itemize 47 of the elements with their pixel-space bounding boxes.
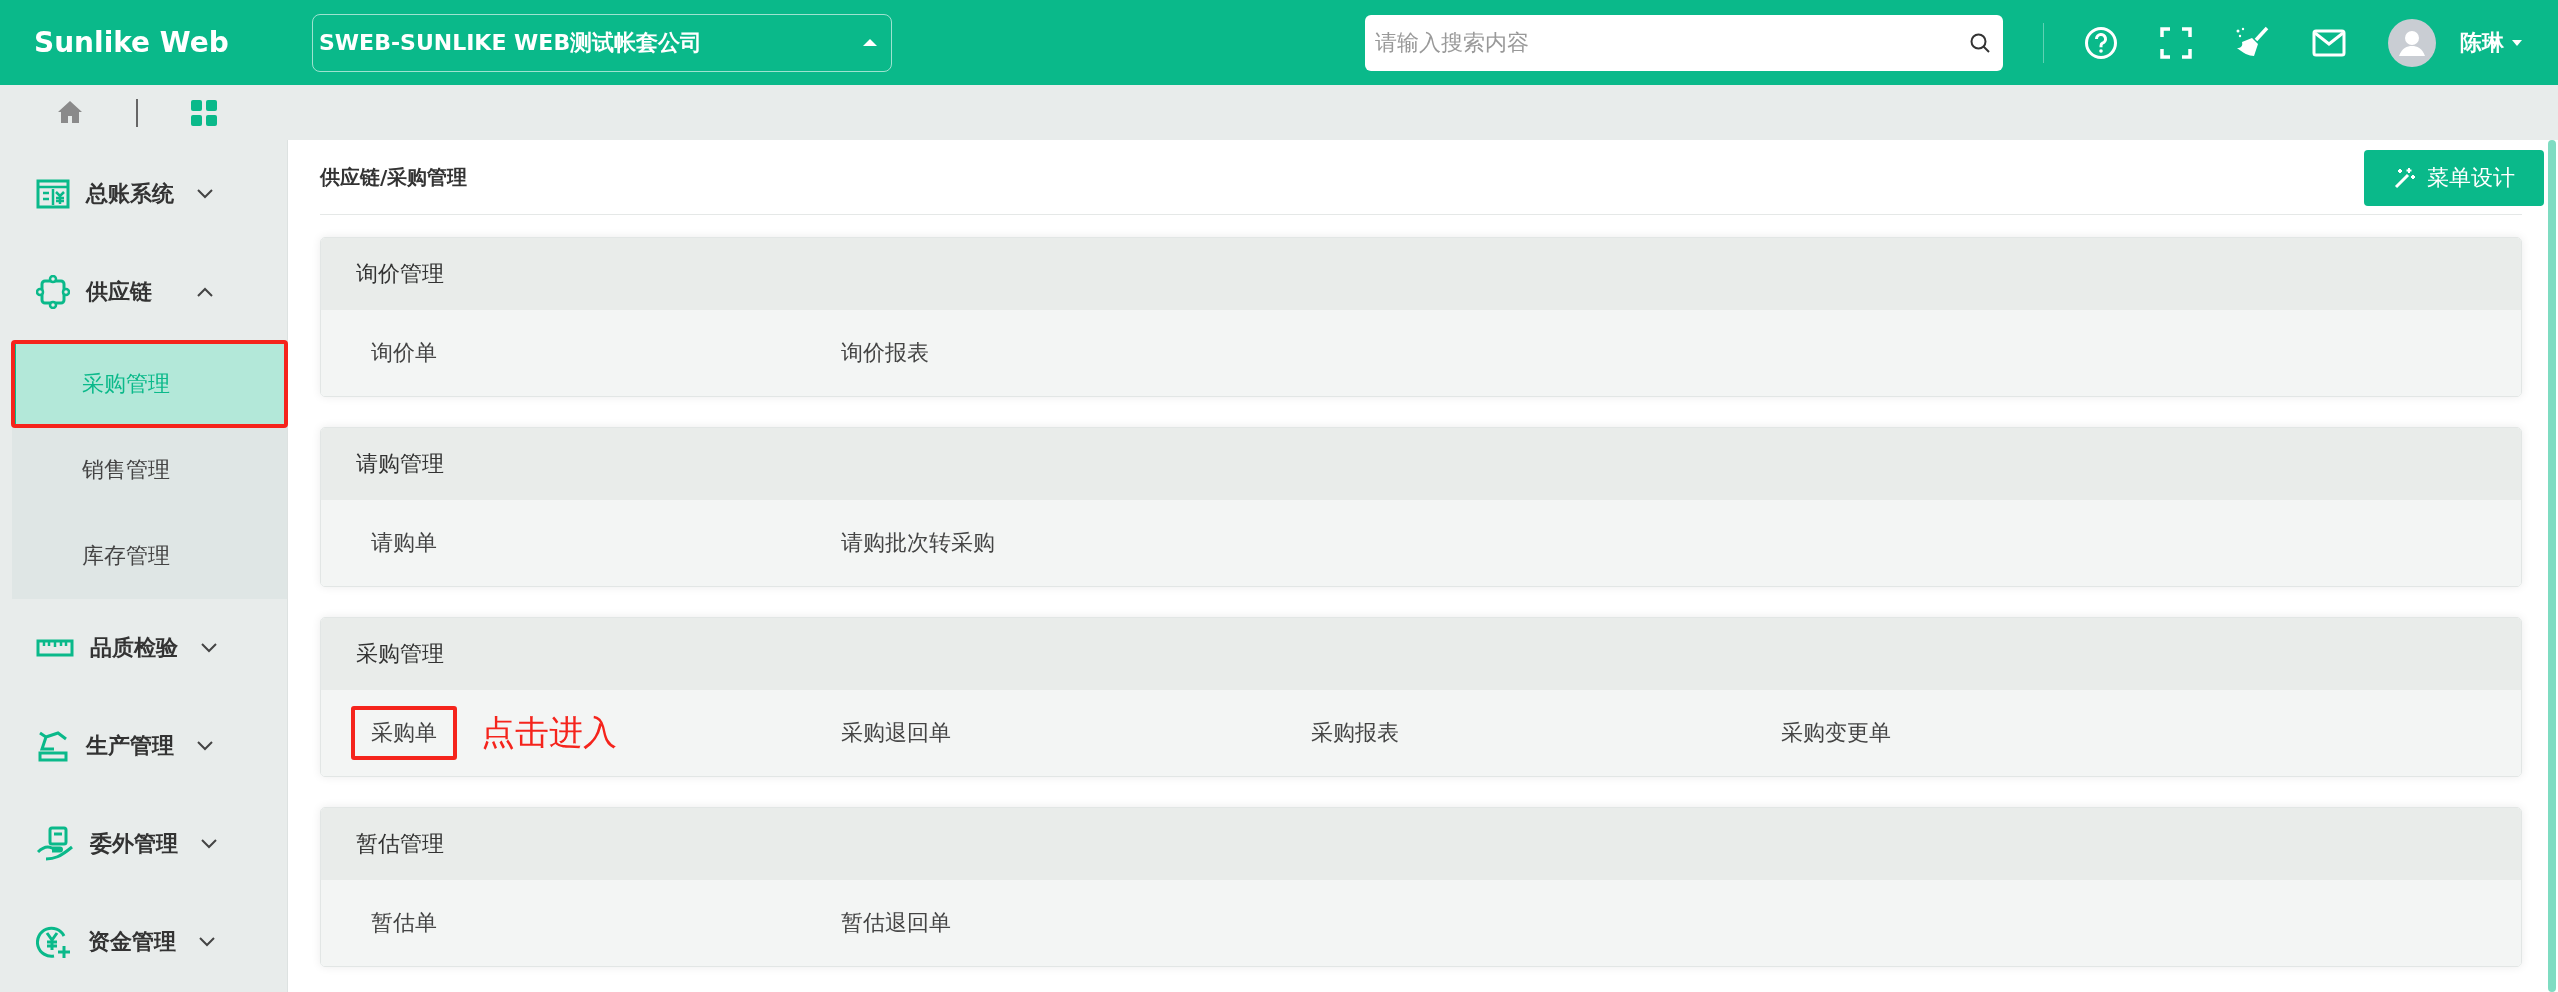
menu-link[interactable]: 采购单: [351, 706, 457, 760]
menu-link[interactable]: 请购单: [351, 516, 457, 570]
avatar-icon[interactable]: [2388, 18, 2436, 67]
search-icon[interactable]: [1968, 31, 1991, 54]
menu-link[interactable]: 采购变更单: [1761, 706, 1911, 760]
yen-coin-icon: [36, 924, 72, 960]
chevron-down-icon[interactable]: [196, 188, 214, 200]
submenu-item[interactable]: 库存管理: [12, 513, 287, 599]
app-logo: Sunlike Web: [33, 26, 230, 59]
scrollbar[interactable]: [2548, 140, 2556, 992]
menu-link[interactable]: 询价单: [351, 326, 457, 380]
ruler-icon: [36, 638, 74, 658]
menu-link[interactable]: 采购退回单: [821, 706, 971, 760]
mail-icon[interactable]: [2312, 28, 2346, 57]
chevron-down-icon[interactable]: [196, 740, 214, 752]
search-field[interactable]: 请输入搜索内容: [1364, 14, 2003, 71]
breadcrumb: 供应链/采购管理: [320, 163, 468, 191]
menu-link[interactable]: 暂估退回单: [821, 896, 971, 950]
section-header: 询价管理: [321, 238, 2521, 310]
menu-link[interactable]: 暂估单: [351, 896, 457, 950]
ledger-icon: [36, 179, 70, 209]
caret-icon[interactable]: [2512, 39, 2522, 46]
hand-document-icon: [36, 826, 74, 862]
fullscreen-icon[interactable]: [2160, 26, 2192, 59]
sidebar-item[interactable]: 品质检验: [90, 633, 200, 663]
menu-link[interactable]: 询价报表: [821, 326, 949, 380]
chevron-up-icon[interactable]: [196, 286, 214, 298]
submenu-item[interactable]: 销售管理: [12, 427, 287, 513]
chevron-down-icon[interactable]: [200, 642, 218, 654]
menu-link[interactable]: 采购报表: [1291, 706, 1419, 760]
sidebar-item[interactable]: 委外管理: [90, 829, 200, 859]
help-icon[interactable]: [2084, 25, 2118, 60]
chevron-down-icon[interactable]: [198, 936, 216, 948]
chevron-down-icon[interactable]: [200, 838, 218, 850]
sidebar-item[interactable]: 供应链: [86, 277, 196, 307]
sidebar-item[interactable]: 总账系统: [86, 179, 196, 209]
section-header: 请购管理: [321, 428, 2521, 500]
menu-link[interactable]: 请购批次转采购: [821, 516, 1015, 570]
section-header: 暂估管理: [321, 808, 2521, 880]
puzzle-icon: [36, 275, 70, 309]
magic-wand-icon: [2393, 166, 2417, 190]
sidebar-item[interactable]: 生产管理: [86, 731, 196, 761]
robot-arm-icon: [36, 729, 70, 763]
annotation-text: 点击进入: [481, 711, 617, 754]
grid-icon[interactable]: [189, 98, 218, 127]
section-header: 采购管理: [321, 618, 2521, 690]
sidebar-item[interactable]: 资金管理: [88, 927, 198, 957]
